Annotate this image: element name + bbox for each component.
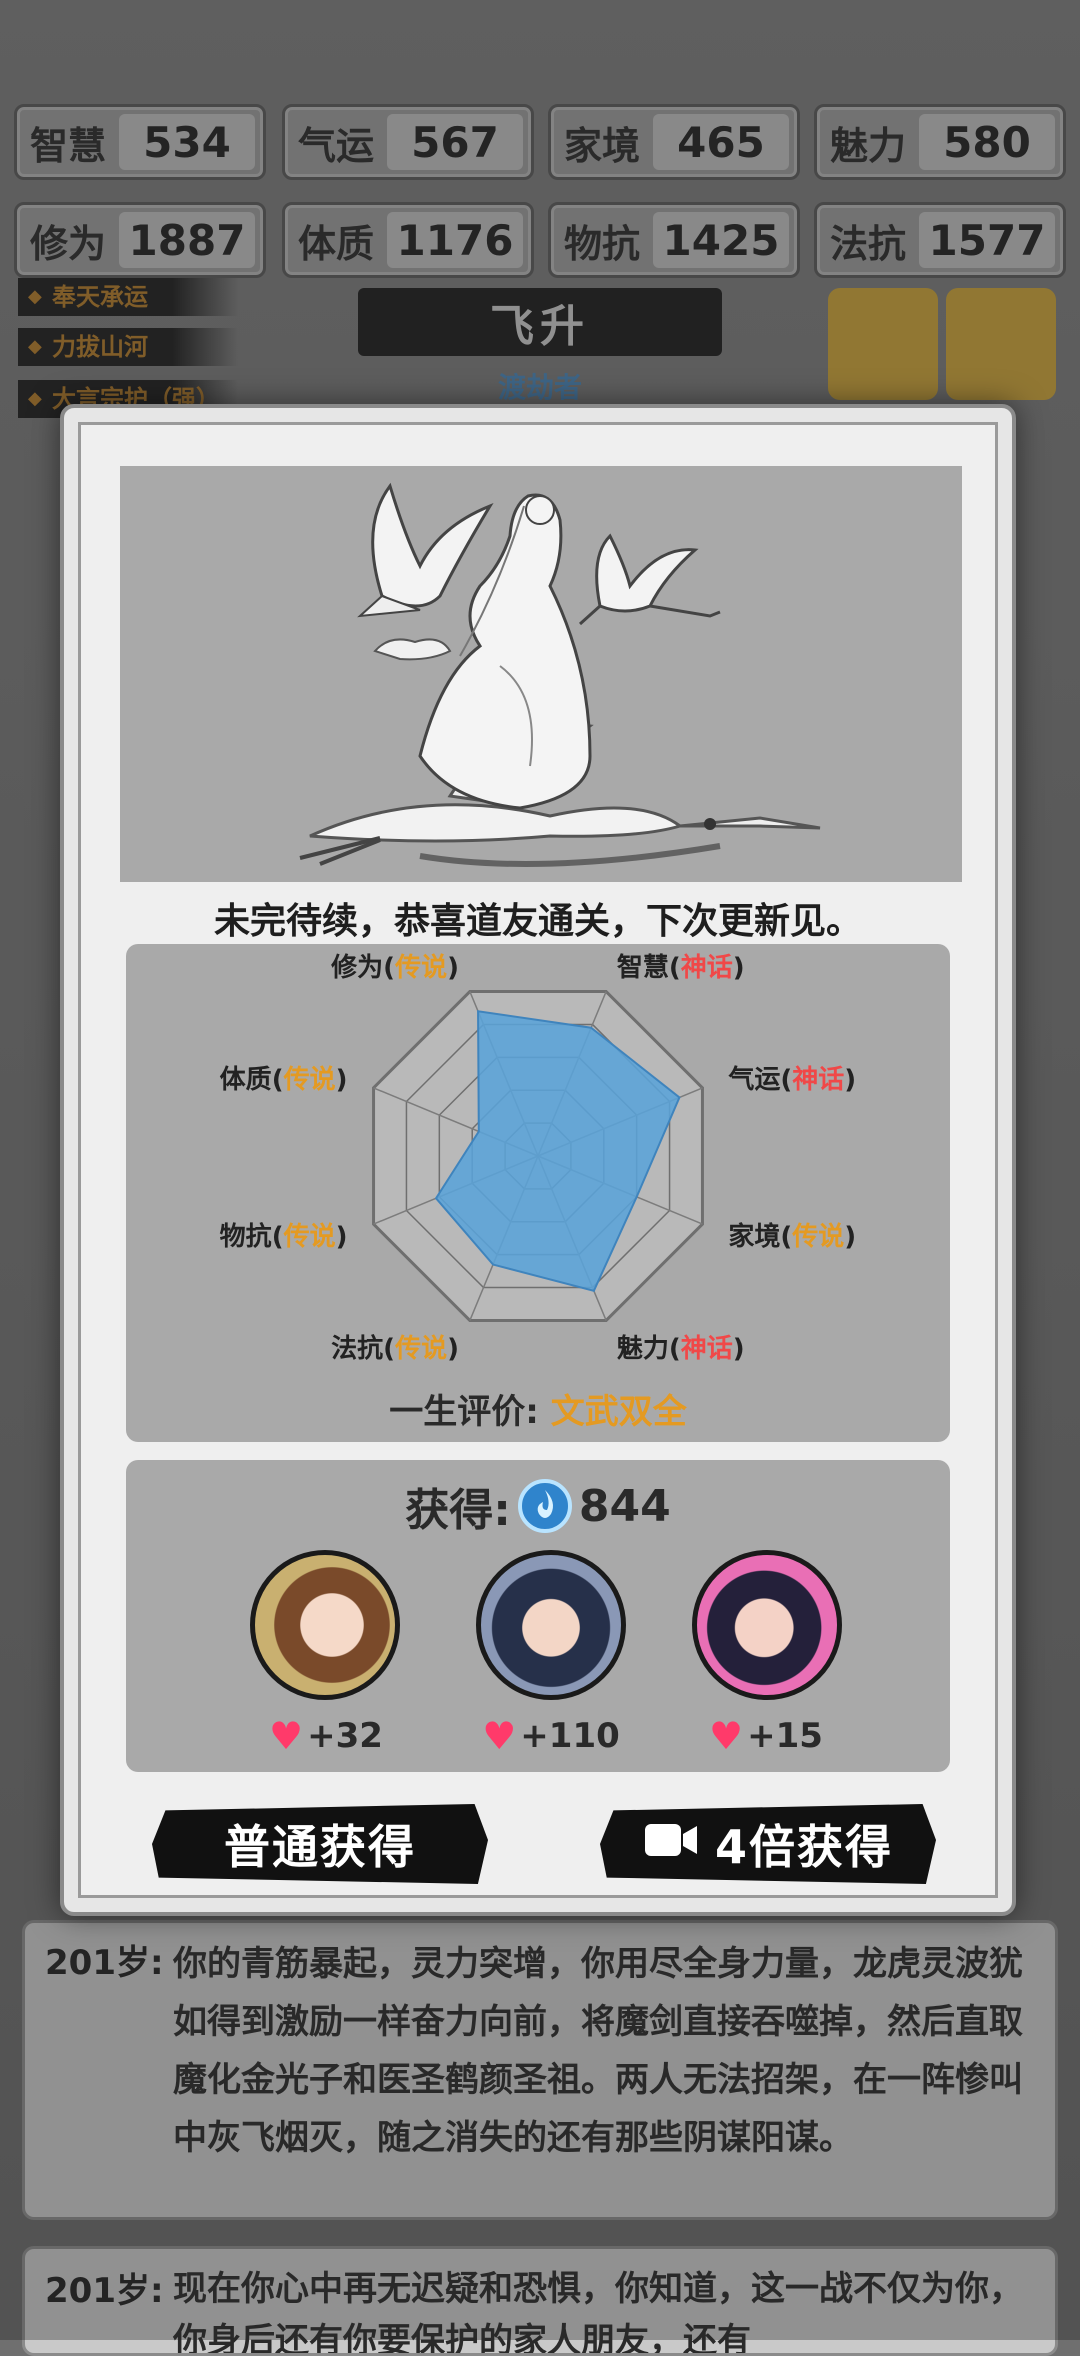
video-claim-button[interactable]: 4倍获得 [600,1804,936,1884]
normal-claim-button[interactable]: 普通获得 [152,1804,488,1884]
affection-value: +15 [747,1716,823,1756]
radar-axis-label: 体质(传说) [219,1064,348,1095]
axis-grade: 传说 [792,1222,845,1253]
affection-gain: ♥ +110 [466,1714,636,1758]
axis-name: 气运 [728,1064,781,1095]
companion-card: ♥ +110 [466,1550,636,1760]
affection-value: +110 [520,1716,620,1756]
affection-gain: ♥ +32 [246,1714,406,1758]
reward-label: 获得: [405,1485,511,1536]
axis-name: 物抗 [219,1222,272,1253]
spirit-stone-icon [517,1478,573,1534]
axis-name: 法抗 [331,1333,384,1364]
radar-axis-label: 法抗(传说) [331,1333,459,1364]
radar-axis-label: 家境(传说) [728,1222,857,1253]
axis-grade: 传说 [283,1064,336,1095]
reward-panel: 获得: 844 ♥ +32 ♥ +110 ♥ +15 [126,1460,950,1772]
companion-avatar[interactable] [250,1550,400,1700]
normal-claim-label: 普通获得 [224,1820,416,1874]
companion-card: ♥ +32 [246,1550,406,1760]
companion-card: ♥ +15 [686,1550,846,1760]
radar-axis-label: 修为(传说) [331,953,459,984]
radar-axis-label: 气运(神话) [728,1064,857,1095]
axis-name: 体质 [219,1064,272,1095]
evaluation-label: 一生评价: [389,1392,539,1432]
companion-avatar[interactable] [692,1550,842,1700]
affection-gain: ♥ +15 [686,1714,846,1758]
axis-name: 家境 [728,1222,781,1253]
axis-grade: 传说 [395,953,448,984]
axis-grade: 传说 [283,1222,336,1253]
reward-amount: 844 [578,1480,671,1532]
ending-dialog: 未完待续，恭喜道友通关，下次更新见。 智慧(神话) 气运(神话) 家境(传说) 魅力(… [60,404,1016,1916]
axis-grade: 神话 [792,1064,845,1095]
heart-icon: ♥ [482,1714,517,1758]
radar-axis-label: 魅力(神话) [616,1333,745,1364]
attribute-radar-panel: 智慧(神话) 气运(神话) 家境(传说) 魅力(神话) 法抗(传说) 物抗(传说) 体质(传… [126,944,950,1442]
evaluation-value: 文武双全 [550,1392,687,1432]
affection-value: +32 [307,1716,383,1756]
ascension-illustration [120,466,962,882]
lifetime-evaluation: 一生评价: 文武双全 [126,1384,950,1433]
radar-axis-label: 物抗(传说) [219,1222,348,1253]
axis-grade: 传说 [395,1333,448,1364]
video-camera-icon [643,1817,699,1871]
axis-name: 魅力 [616,1333,669,1364]
reward-summary: 获得: 844 [126,1474,950,1538]
video-claim-label: 4倍获得 [714,1820,893,1874]
axis-name: 智慧 [616,953,669,984]
heart-icon: ♥ [709,1714,744,1758]
axis-grade: 神话 [680,1333,733,1364]
heart-icon: ♥ [269,1714,304,1758]
radar-axis-label: 智慧(神话) [616,953,745,984]
attribute-radar-chart [372,990,704,1322]
axis-grade: 神话 [680,953,733,984]
ending-text: 未完待续，恭喜道友通关，下次更新见。 [213,901,862,942]
axis-name: 修为 [331,953,384,984]
companion-avatar[interactable] [476,1550,626,1700]
